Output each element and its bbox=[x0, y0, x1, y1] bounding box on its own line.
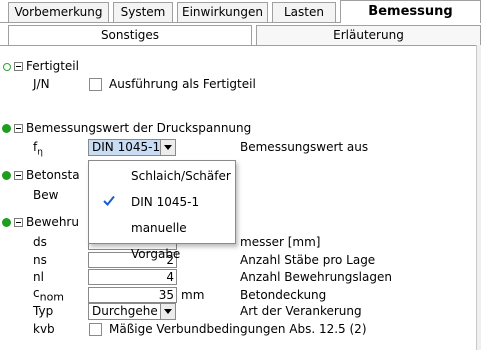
dropdown-item-manuell[interactable]: manuelle Vorgabe bbox=[89, 215, 235, 261]
fertigteil-checkbox-label: Ausführung als Fertigteil bbox=[109, 77, 256, 91]
bew-label: Bew bbox=[33, 188, 59, 202]
tab-system[interactable]: System bbox=[113, 2, 173, 22]
ds-label: ds bbox=[33, 235, 47, 249]
tab-label: Lasten bbox=[284, 5, 324, 19]
fn-symbol: fη bbox=[33, 139, 43, 158]
cnom-subscript: nom bbox=[39, 290, 65, 304]
group-header-betonstahl: Betonsta bbox=[26, 168, 80, 182]
dropdown-item-schlaich[interactable]: Schlaich/Schäfer bbox=[89, 163, 235, 189]
tab-label: Bemessung bbox=[368, 4, 453, 19]
druckspannung-desc: Bemessungswert aus bbox=[240, 140, 369, 154]
tab-erlaeuterung[interactable]: Erläuterung bbox=[256, 25, 481, 45]
typ-combo[interactable]: Durchgehe bbox=[88, 303, 176, 320]
nl-label: nl bbox=[33, 270, 44, 284]
cnom-field[interactable]: 35 bbox=[88, 287, 177, 303]
combo-value: DIN 1045-1 bbox=[92, 140, 161, 154]
kvb-checkbox-label: Mäßige Verbundbedingungen Abs. 12.5 (2) bbox=[109, 322, 367, 336]
tab-label: Vorbemerkung bbox=[14, 5, 103, 19]
combo-value: Durchgehe bbox=[92, 304, 158, 318]
main-tab-strip: Vorbemerkung System Einwirkungen Lasten … bbox=[0, 0, 481, 23]
tab-label: Sonstiges bbox=[100, 28, 160, 42]
collapse-icon[interactable] bbox=[14, 124, 23, 133]
kvb-checkbox[interactable] bbox=[89, 323, 102, 336]
dropdown-item-label: manuelle Vorgabe bbox=[131, 221, 187, 261]
dropdown-item-label: Schlaich/Schäfer bbox=[131, 169, 231, 183]
cnom-label: cnom bbox=[33, 285, 65, 304]
cnom-base: c bbox=[33, 286, 40, 300]
sub-tab-strip: Sonstiges Erläuterung bbox=[0, 23, 481, 46]
scrollbar-edge bbox=[476, 45, 481, 350]
cnom-unit: mm bbox=[181, 288, 205, 302]
group-header-druckspannung: Bemessungswert der Druckspannung bbox=[26, 121, 252, 135]
status-dot-icon bbox=[2, 124, 11, 133]
kvb-label: kvb bbox=[33, 322, 55, 336]
tab-label: Erläuterung bbox=[333, 28, 404, 42]
fn-symbol-subscript: η bbox=[37, 147, 43, 158]
status-dot-icon bbox=[2, 171, 11, 180]
nl-field[interactable]: 4 bbox=[88, 269, 177, 285]
group-header-bewehrung: Bewehru bbox=[26, 215, 79, 229]
checkmark-icon bbox=[103, 195, 115, 206]
ds-desc: messer [mm] bbox=[240, 235, 321, 249]
typ-label: Typ bbox=[33, 304, 54, 318]
typ-desc: Art der Verankerung bbox=[240, 304, 362, 318]
tab-lasten[interactable]: Lasten bbox=[272, 2, 336, 22]
fertigteil-checkbox[interactable] bbox=[89, 78, 102, 91]
dropdown-item-label: DIN 1045-1 bbox=[131, 195, 200, 209]
jn-label: J/N bbox=[33, 77, 50, 91]
group-header-fertigteil: Fertigteil bbox=[26, 59, 79, 73]
tab-einwirkungen[interactable]: Einwirkungen bbox=[177, 2, 268, 22]
status-circle-icon bbox=[3, 63, 11, 71]
collapse-icon[interactable] bbox=[14, 171, 23, 180]
druckspannung-dropdown: Schlaich/Schäfer DIN 1045-1 manuelle Vor… bbox=[88, 160, 236, 261]
collapse-icon[interactable] bbox=[14, 62, 23, 71]
collapse-icon[interactable] bbox=[14, 218, 23, 227]
tab-sonstiges[interactable]: Sonstiges bbox=[8, 25, 252, 45]
ns-desc: Anzahl Stäbe pro Lage bbox=[240, 253, 376, 267]
chevron-down-icon[interactable] bbox=[160, 140, 175, 155]
tab-label: System bbox=[120, 5, 166, 19]
druckspannung-combo[interactable]: DIN 1045-1 bbox=[88, 139, 176, 156]
ns-label: ns bbox=[33, 253, 47, 267]
cnom-desc: Betondeckung bbox=[240, 288, 327, 302]
tab-bemessung[interactable]: Bemessung bbox=[340, 0, 481, 23]
tab-vorbemerkung[interactable]: Vorbemerkung bbox=[8, 2, 109, 22]
nl-desc: Anzahl Bewehrungslagen bbox=[240, 270, 392, 284]
tab-label: Einwirkungen bbox=[182, 5, 263, 19]
chevron-down-icon[interactable] bbox=[160, 304, 175, 319]
status-dot-icon bbox=[2, 218, 11, 227]
dropdown-item-din[interactable]: DIN 1045-1 bbox=[89, 189, 235, 215]
